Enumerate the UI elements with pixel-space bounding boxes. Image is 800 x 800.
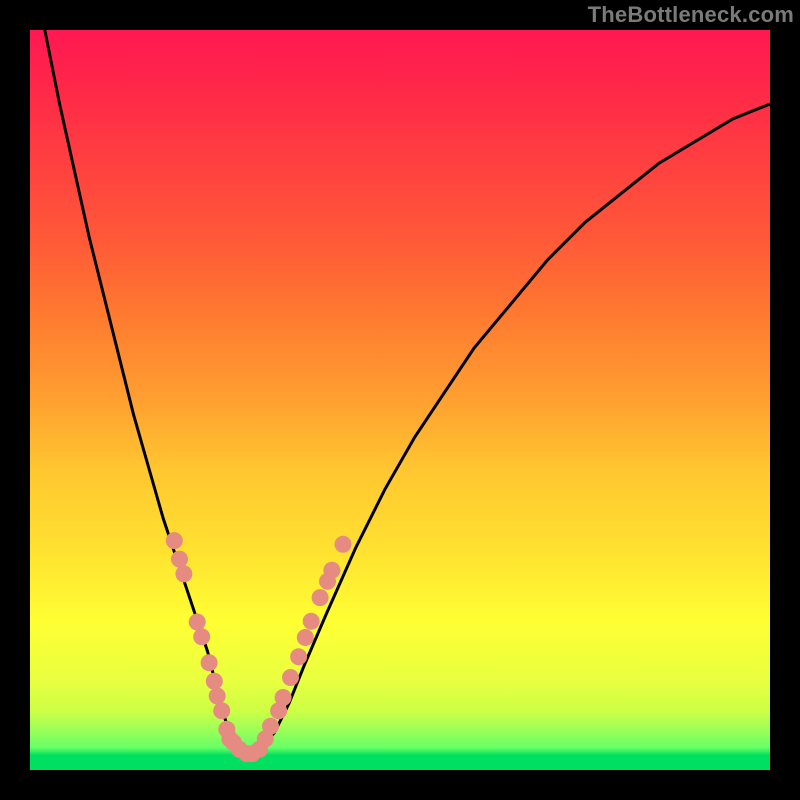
- data-marker: [206, 673, 223, 690]
- data-marker: [189, 614, 206, 631]
- data-marker: [201, 654, 218, 671]
- watermark-text: TheBottleneck.com: [588, 2, 794, 28]
- data-marker: [335, 536, 352, 553]
- data-marker: [297, 629, 314, 646]
- data-marker: [193, 628, 210, 645]
- chart-svg: [30, 30, 770, 770]
- data-marker: [282, 669, 299, 686]
- data-marker: [262, 718, 279, 735]
- data-marker: [323, 562, 340, 579]
- data-marker: [166, 532, 183, 549]
- data-markers: [166, 532, 352, 762]
- bottleneck-curve: [30, 0, 770, 755]
- data-marker: [209, 688, 226, 705]
- data-marker: [275, 689, 292, 706]
- data-marker: [213, 702, 230, 719]
- data-marker: [175, 565, 192, 582]
- plot-area: [30, 30, 770, 770]
- chart-frame: TheBottleneck.com: [0, 0, 800, 800]
- data-marker: [290, 648, 307, 665]
- data-marker: [303, 613, 320, 630]
- data-marker: [312, 589, 329, 606]
- data-marker: [171, 551, 188, 568]
